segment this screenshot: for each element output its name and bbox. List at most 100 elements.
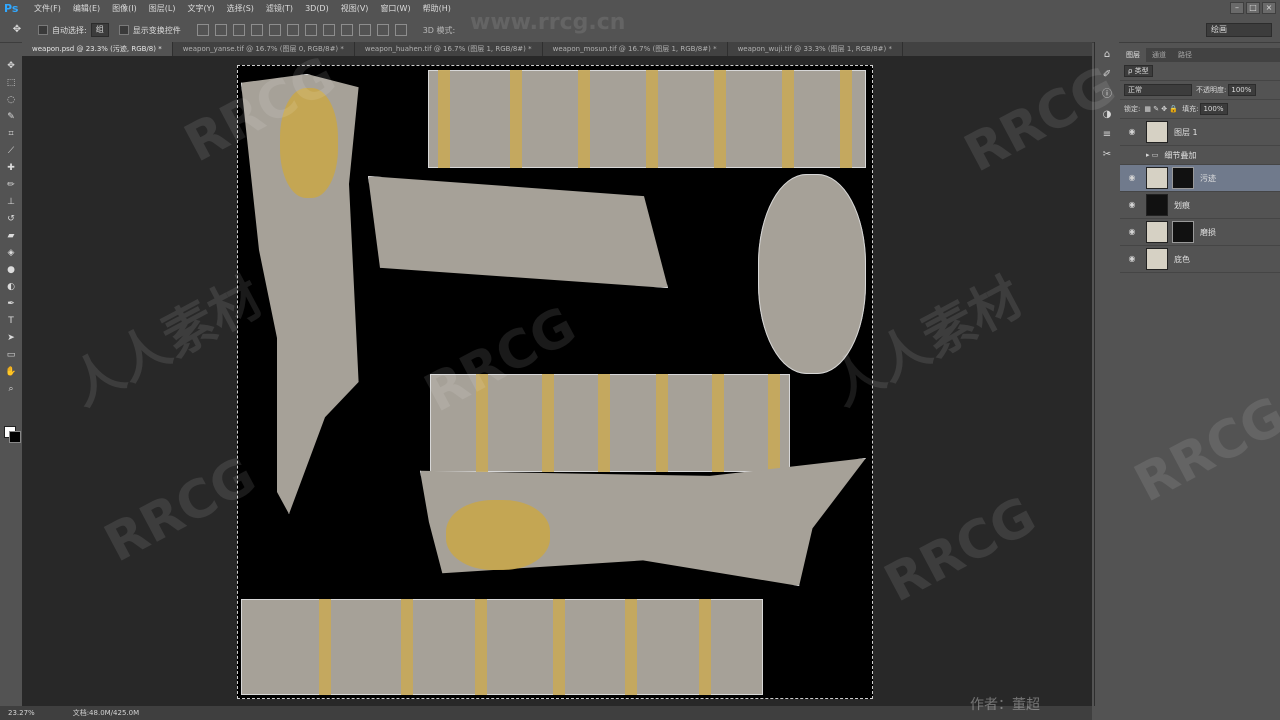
layer-group-row[interactable]: ▸ ▭ 细节叠加 — [1120, 146, 1280, 165]
layer-row[interactable]: ◉ 底色 — [1120, 246, 1280, 273]
eye-icon[interactable]: ◉ — [1126, 173, 1138, 183]
blur-icon[interactable]: ● — [4, 263, 18, 277]
eye-icon[interactable]: ◉ — [1126, 254, 1138, 264]
layer-mask-thumbnail[interactable] — [1172, 221, 1194, 243]
paint-bucket-icon[interactable]: ◈ — [4, 246, 18, 260]
dodge-icon[interactable]: ◐ — [4, 280, 18, 294]
move-icon[interactable]: ✥ — [4, 59, 18, 73]
menu-view[interactable]: 视图(V) — [335, 0, 375, 18]
show-transform-checkbox[interactable] — [118, 25, 129, 35]
layer-thumbnail — [1146, 194, 1168, 216]
path-select-icon[interactable]: ➤ — [4, 331, 18, 345]
layer-mask-thumbnail[interactable] — [1172, 167, 1194, 189]
lasso-icon[interactable]: ◌ — [4, 93, 18, 107]
lock-icons[interactable]: ▦ ✎ ✥ 🔒 — [1144, 105, 1178, 113]
distribute-icon[interactable] — [376, 24, 389, 36]
eye-icon[interactable]: ◉ — [1126, 227, 1138, 237]
background-color-swatch[interactable] — [9, 431, 21, 443]
align-left-icon[interactable] — [250, 24, 263, 36]
tool-presets-panel-icon[interactable]: ✂ — [1100, 148, 1114, 162]
layer-row[interactable]: ◉ 划痕 — [1120, 192, 1280, 219]
layer-row[interactable]: ◉ 磨损 — [1120, 219, 1280, 246]
layer-row[interactable]: ◉ 图层 1 — [1120, 119, 1280, 146]
fill-input[interactable]: 100% — [1200, 103, 1229, 115]
adjustments-panel-icon[interactable]: ◑ — [1100, 108, 1114, 122]
layer-name: 细节叠加 — [1164, 150, 1197, 160]
document-tabs: weapon.psd @ 23.3% (污迹, RGB/8) * weapon_… — [22, 42, 1092, 56]
uv-island — [430, 374, 790, 472]
shape-icon[interactable]: ▭ — [4, 348, 18, 362]
workspace-switcher[interactable]: 绘画 — [1206, 23, 1272, 37]
distribute-icon[interactable] — [358, 24, 371, 36]
auto-select-checkbox[interactable] — [38, 25, 48, 35]
align-right-icon[interactable] — [286, 24, 299, 36]
menu-help[interactable]: 帮助(H) — [417, 0, 457, 18]
move-tool-preset-icon[interactable]: ✥ — [6, 22, 28, 38]
quick-select-icon[interactable]: ✎ — [4, 110, 18, 124]
close-button[interactable]: × — [1262, 2, 1276, 14]
tab-weapon-mosun[interactable]: weapon_mosun.tif @ 16.7% (图层 1, RGB/8#) … — [542, 42, 728, 56]
auto-select-label: 自动选择: — [52, 25, 87, 35]
menu-image[interactable]: 图像(I) — [106, 0, 143, 18]
tab-weapon-yanse[interactable]: weapon_yanse.tif @ 16.7% (图层 0, RGB/8#) … — [172, 42, 355, 56]
opacity-input[interactable]: 100% — [1228, 84, 1257, 96]
blend-mode-dropdown[interactable]: 正常 — [1124, 84, 1192, 96]
history-panel-icon[interactable]: ⌂ — [1100, 48, 1114, 62]
tab-weapon-huahen[interactable]: weapon_huahen.tif @ 16.7% (图层 1, RGB/8#)… — [354, 42, 543, 56]
align-vcenter-icon[interactable] — [214, 24, 227, 36]
align-bottom-icon[interactable] — [232, 24, 245, 36]
menu-type[interactable]: 文字(Y) — [181, 0, 220, 18]
clone-stamp-icon[interactable]: ⊥ — [4, 195, 18, 209]
auto-select-dropdown[interactable]: 组 — [90, 23, 109, 37]
eye-icon[interactable]: ◉ — [1126, 200, 1138, 210]
menu-file[interactable]: 文件(F) — [28, 0, 67, 18]
distribute-icon[interactable] — [304, 24, 317, 36]
properties-panel-icon[interactable]: ≡ — [1100, 128, 1114, 142]
zoom-level[interactable]: 23.27% — [8, 709, 35, 717]
brush-panel-icon[interactable]: ✐ — [1100, 68, 1114, 82]
zoom-icon[interactable]: ⌕ — [4, 382, 18, 396]
distribute-icon[interactable] — [394, 24, 407, 36]
gold-patch — [280, 88, 338, 198]
menu-filter[interactable]: 滤镜(T) — [260, 0, 299, 18]
marquee-icon[interactable]: ⬚ — [4, 76, 18, 90]
document-canvas[interactable] — [237, 65, 873, 699]
eye-icon[interactable]: ◉ — [1126, 127, 1138, 137]
layer-name: 图层 1 — [1174, 127, 1198, 137]
type-icon[interactable]: T — [4, 314, 18, 328]
align-top-icon[interactable] — [196, 24, 209, 36]
maximize-button[interactable]: □ — [1246, 2, 1260, 14]
layer-filter-dropdown[interactable]: ρ 类型 — [1124, 65, 1153, 77]
minimize-button[interactable]: – — [1230, 2, 1244, 14]
eraser-icon[interactable]: ▰ — [4, 229, 18, 243]
menu-edit[interactable]: 编辑(E) — [67, 0, 106, 18]
tab-weapon-psd[interactable]: weapon.psd @ 23.3% (污迹, RGB/8) * — [22, 42, 173, 56]
menu-window[interactable]: 窗口(W) — [374, 0, 416, 18]
distribute-icon[interactable] — [340, 24, 353, 36]
align-hcenter-icon[interactable] — [268, 24, 281, 36]
tab-layers[interactable]: 图层 — [1120, 48, 1146, 62]
fill-label: 填充: — [1182, 105, 1199, 113]
menu-3d[interactable]: 3D(D) — [299, 0, 335, 18]
menu-select[interactable]: 选择(S) — [221, 0, 260, 18]
panel-icon-strip: ⌂ ✐ ⓘ ◑ ≡ ✂ — [1094, 42, 1119, 706]
layer-row-selected[interactable]: ◉ 污迹 — [1120, 165, 1280, 192]
distribute-icon[interactable] — [322, 24, 335, 36]
healing-icon[interactable]: ✚ — [4, 161, 18, 175]
info-panel-icon[interactable]: ⓘ — [1100, 88, 1114, 102]
expand-icon[interactable]: ▸ ▭ — [1146, 151, 1158, 159]
layer-thumbnail — [1146, 167, 1168, 189]
menu-layer[interactable]: 图层(L) — [143, 0, 182, 18]
layer-thumbnail — [1146, 121, 1168, 143]
visibility-toggle[interactable] — [1126, 150, 1138, 160]
tab-channels[interactable]: 通道 — [1146, 48, 1172, 62]
history-brush-icon[interactable]: ↺ — [4, 212, 18, 226]
tab-weapon-wuji[interactable]: weapon_wuji.tif @ 33.3% (图层 1, RGB/8#) * — [727, 42, 903, 56]
crop-icon[interactable]: ⌗ — [4, 127, 18, 141]
brush-icon[interactable]: ✏ — [4, 178, 18, 192]
hand-icon[interactable]: ✋ — [4, 365, 18, 379]
pen-icon[interactable]: ✒ — [4, 297, 18, 311]
tab-paths[interactable]: 路径 — [1172, 48, 1198, 62]
menu-bar: Ps 文件(F) 编辑(E) 图像(I) 图层(L) 文字(Y) 选择(S) 滤… — [0, 0, 1280, 18]
eyedropper-icon[interactable]: ⟋ — [4, 144, 18, 158]
